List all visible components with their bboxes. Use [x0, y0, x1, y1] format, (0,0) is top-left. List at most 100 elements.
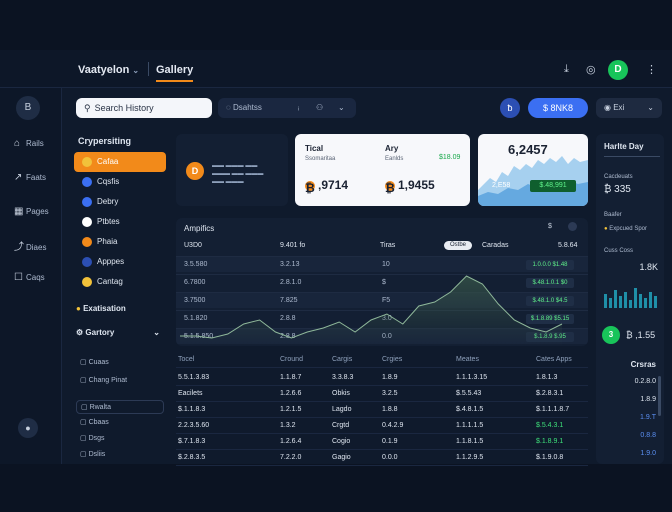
- table-header-cell[interactable]: Cround: [280, 356, 303, 363]
- table-cell: $.5.4.3.1: [536, 422, 564, 429]
- nav-section-label: Gartory: [85, 328, 115, 337]
- toggle-icon[interactable]: [568, 222, 577, 231]
- rail-item-rails[interactable]: ⌂ Rails: [14, 138, 44, 152]
- gear-icon: ⚙: [76, 328, 86, 337]
- scrollbar[interactable]: [658, 376, 661, 416]
- table-header-cell[interactable]: Crgies: [382, 356, 402, 363]
- table-row[interactable]: $.7.1.8.3 1.2.6.4 Cogio 0.1.9 1.1.8.1.5 $.1.8…: [176, 434, 588, 450]
- table-header-cell[interactable]: Tocel: [178, 356, 194, 363]
- table-cell: 7.2.2.0: [280, 454, 302, 461]
- nav-sub-item[interactable]: ▢ Cuaas: [76, 356, 164, 368]
- logo[interactable]: B: [16, 96, 40, 120]
- right-sub-2b-text: Expcued Spor: [609, 226, 647, 232]
- price-chart-card[interactable]: 6,2457 2,E58 $.48,991: [478, 134, 588, 206]
- table-cell: $.1.1.1.8.7: [536, 406, 570, 413]
- balance-change: $18.09: [439, 154, 461, 161]
- table-cell: 1.1.2.9.5: [456, 454, 484, 461]
- analytics-header: Caradas: [482, 242, 509, 249]
- balance-label-1: Tical: [305, 144, 324, 153]
- workspace-switcher[interactable]: Vaatyelon ⌄: [78, 64, 139, 76]
- nav-item[interactable]: Debry: [74, 192, 166, 212]
- chevron-down-icon: ⌄: [647, 103, 654, 112]
- rail-item-faats[interactable]: ↗ Faats: [14, 172, 46, 186]
- nav-item[interactable]: Ptbtes: [74, 212, 166, 232]
- table-row[interactable]: 5.5.1.3.83 1.1.8.7 3.3.8.3 1.8.9 1.1.1.3.15 1…: [176, 370, 588, 386]
- rail-item-pages[interactable]: ▦ Pages: [14, 206, 49, 220]
- nav-item[interactable]: Cantag: [74, 272, 166, 292]
- table-cell: 1.2.6.4: [280, 438, 302, 445]
- search-icon: ◌: [226, 103, 233, 112]
- balance-button[interactable]: $ 8NK8: [528, 98, 588, 118]
- info-icon[interactable]: $: [548, 223, 552, 230]
- table-cell: 1.8.8: [382, 406, 398, 413]
- bell-icon[interactable]: ◎: [586, 63, 596, 76]
- exit-button[interactable]: ◉ Exi ⌄: [596, 98, 662, 118]
- settings-dot-icon[interactable]: ●: [18, 418, 38, 438]
- right-list-item: 0.8.8: [640, 432, 656, 439]
- nav-sub-item[interactable]: ▢ Cbaas: [76, 416, 164, 428]
- table-header-cell[interactable]: Meates: [456, 356, 479, 363]
- chevron-down-icon: ⌄: [153, 328, 160, 337]
- nav-section-label: Exatisation: [83, 304, 126, 313]
- rail-label: Pages: [26, 207, 49, 216]
- balance-card[interactable]: Tical Ssomaritaa ₿ ‚9714 Ary Eanlds $18.0…: [295, 134, 470, 206]
- avatar[interactable]: D: [608, 60, 628, 80]
- coin-icon: [82, 217, 92, 227]
- nav-section-gartory[interactable]: ⚙ Gartory ⌄: [76, 328, 164, 337]
- info-icon: ᵢ: [298, 103, 300, 112]
- nav-item[interactable]: Phaia: [74, 232, 166, 252]
- right-list-item: 1.9.0: [640, 450, 656, 457]
- table-cell: 1.2.1.5: [280, 406, 302, 413]
- table-cell: Obkis: [332, 390, 350, 397]
- analytics-title: Ampifics: [184, 224, 215, 233]
- price-value: 6,2457: [508, 142, 548, 157]
- divider: [148, 62, 149, 76]
- divider: [604, 156, 660, 157]
- table-cell: 1.1.8.1.5: [456, 438, 484, 445]
- table-cell: 0.1.9: [382, 438, 398, 445]
- nav-sub-item[interactable]: ▢ Dsgs: [76, 432, 164, 444]
- rail-item-caqs[interactable]: ☐ Caqs: [14, 272, 45, 286]
- table-cell: $.2.8.3.5: [178, 454, 206, 461]
- table-cell: Eacilets: [178, 390, 203, 397]
- table-header-cell[interactable]: Cates Apps: [536, 356, 572, 363]
- table-row[interactable]: Eacilets 1.2.6.6 Obkis 3.2.5 $.5.5.43 $.2.8.3…: [176, 386, 588, 402]
- nav-sub-item[interactable]: ▢ Rwalta: [76, 400, 164, 414]
- table-header-cell[interactable]: Cargis: [332, 356, 352, 363]
- rail-label: Diaes: [26, 243, 47, 252]
- download-icon[interactable]: ⤓: [564, 63, 569, 76]
- share-icon: ⤴: [14, 242, 24, 253]
- rail-item-diaes[interactable]: ⤴ Diaes: [14, 238, 47, 253]
- right-sub-2: Baafer: [604, 212, 622, 218]
- table-cell: 0.0.0: [382, 454, 398, 461]
- coin-icon: D: [186, 162, 204, 180]
- table-cell: 2.2.3.5.60: [178, 422, 210, 429]
- menu-icon[interactable]: ⋮: [646, 63, 657, 76]
- secondary-search[interactable]: ◌ Dsahtss ᵢ ⚇ ⌄: [218, 98, 356, 118]
- nav-sub-label: Rwalta: [89, 404, 111, 411]
- table-cell: $.5.5.43: [456, 390, 482, 397]
- nav-item[interactable]: Apppes: [74, 252, 166, 272]
- search-placeholder: Search History: [94, 103, 154, 113]
- rail-label: Rails: [26, 139, 44, 148]
- file-icon: ▢: [80, 419, 89, 426]
- table-row[interactable]: $.1.1.8.3 1.2.1.5 Lagdo 1.8.8 $.4.8.1.5 $.1.1…: [176, 402, 588, 418]
- table-row[interactable]: $.2.8.3.5 7.2.2.0 Gagio 0.0.0 1.1.2.9.5 $.1.9…: [176, 450, 588, 466]
- analytics-pill[interactable]: Ostbe: [444, 241, 472, 250]
- nav-item[interactable]: Cqsfis: [74, 172, 166, 192]
- nav-item[interactable]: Cafaa: [74, 152, 166, 172]
- analytics-header: 5.8.64: [558, 242, 578, 249]
- dark-summary-card[interactable]: D ▬▬ ▬▬▬ ▬▬ ▬▬▬ ▬▬ ▬▬▬ ▬▬ ▬▬▬: [176, 134, 288, 206]
- currency-button[interactable]: ƀ: [500, 98, 520, 118]
- nav-section-exatisation[interactable]: ● Exatisation: [76, 304, 126, 313]
- table-cell: 3.3.8.3: [332, 374, 354, 381]
- search-input[interactable]: ⚲ Search History: [76, 98, 212, 118]
- file-icon: ▢: [80, 451, 89, 458]
- table-cell: $.1.9.0.8: [536, 454, 564, 461]
- coin-icon: [82, 157, 92, 167]
- table-row[interactable]: 2.2.3.5.60 1.3.2 Crgtd 0.4.2.9 1.1.1.1.5 $.5.…: [176, 418, 588, 434]
- bitcoin-icon: ₿: [385, 180, 395, 195]
- nav-sub-item[interactable]: ▢ Dsliis: [76, 448, 164, 460]
- nav-sub-item[interactable]: ▢ Chang Pinat: [76, 374, 164, 386]
- tab-gallery[interactable]: Gallery: [156, 64, 194, 82]
